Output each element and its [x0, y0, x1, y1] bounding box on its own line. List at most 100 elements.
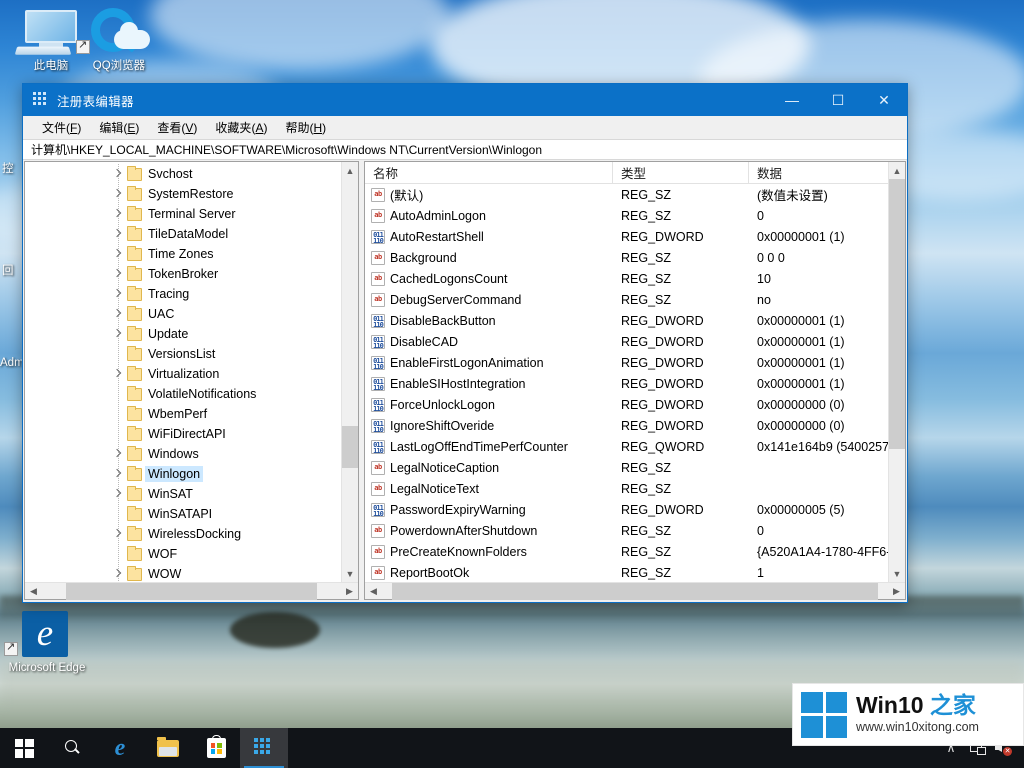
file-explorer-button[interactable]	[144, 728, 192, 768]
tree-item-uac[interactable]: UAC	[25, 304, 358, 324]
registry-value-row[interactable]: ab CachedLogonsCount REG_SZ 10	[365, 268, 905, 289]
registry-value-row[interactable]: ab Background REG_SZ 0 0 0	[365, 247, 905, 268]
registry-value-row[interactable]: ab ReportBootOk REG_SZ 1	[365, 562, 905, 582]
menu-edit[interactable]: 编辑(E)	[90, 117, 148, 138]
registry-value-row[interactable]: 011 110 DisableCAD REG_DWORD 0x00000001 (1)	[365, 331, 905, 352]
tree-item-winsatapi[interactable]: WinSATAPI	[25, 504, 358, 524]
edge-taskbar-button[interactable]: e	[96, 728, 144, 768]
tree-item-tokenbroker[interactable]: TokenBroker	[25, 264, 358, 284]
desktop[interactable]: 此电脑 QQ浏览器 e Microsoft Edge 控 回 Adm 注册表编辑…	[0, 0, 1024, 768]
list-scroll-left-button[interactable]: ◀	[365, 583, 382, 600]
tree-item-winsat[interactable]: WinSAT	[25, 484, 358, 504]
tree-scroll-right-button[interactable]: ▶	[341, 583, 358, 600]
chevron-right-icon[interactable]	[111, 327, 125, 341]
registry-value-row[interactable]: ab LegalNoticeText REG_SZ	[365, 478, 905, 499]
tree-item-terminal-server[interactable]: Terminal Server	[25, 204, 358, 224]
tree-item-time-zones[interactable]: Time Zones	[25, 244, 358, 264]
window-titlebar[interactable]: 注册表编辑器 — ☐ ✕	[23, 84, 907, 116]
registry-value-row[interactable]: 011 110 DisableBackButton REG_DWORD 0x000000…	[365, 310, 905, 331]
tree-horizontal-scrollbar[interactable]: ◀ ▶	[25, 582, 358, 600]
desktop-icon-qq-browser[interactable]: QQ浏览器	[76, 8, 162, 73]
list-scroll-track[interactable]	[889, 179, 905, 565]
tree-item-winlogon[interactable]: Winlogon	[25, 464, 358, 484]
list-scroll-up-button[interactable]: ▲	[889, 162, 905, 179]
tree-hscroll-thumb[interactable]	[65, 582, 318, 600]
registry-value-row[interactable]: ab (默认) REG_SZ (数值未设置)	[365, 184, 905, 205]
tree-item-tracing[interactable]: Tracing	[25, 284, 358, 304]
registry-value-row[interactable]: 011 110 ForceUnlockLogon REG_DWORD 0x0000000…	[365, 394, 905, 415]
tree-item-wifidirectapi[interactable]: WiFiDirectAPI	[25, 424, 358, 444]
tree-scroll-track[interactable]	[342, 179, 358, 565]
chevron-right-icon[interactable]	[111, 487, 125, 501]
tree-scroll-down-button[interactable]: ▼	[342, 565, 358, 582]
close-button[interactable]: ✕	[861, 84, 907, 116]
tree-vertical-scrollbar[interactable]: ▲ ▼	[341, 162, 358, 582]
store-button[interactable]	[192, 728, 240, 768]
list-hscroll-track[interactable]	[382, 582, 888, 600]
tree-scroll-left-button[interactable]: ◀	[25, 583, 42, 600]
chevron-right-icon[interactable]	[111, 207, 125, 221]
registry-values-list[interactable]: ab (默认) REG_SZ (数值未设置) ab AutoAdminLogon REG_S…	[365, 184, 905, 582]
list-scroll-thumb[interactable]	[889, 179, 905, 450]
maximize-button[interactable]: ☐	[815, 84, 861, 116]
tree-item-tiledatamodel[interactable]: TileDataModel	[25, 224, 358, 244]
list-column-headers[interactable]: 名称 类型 数据	[365, 162, 905, 184]
menu-help[interactable]: 帮助(H)	[276, 117, 335, 138]
tree-scroll-thumb[interactable]	[342, 426, 358, 469]
minimize-button[interactable]: —	[769, 84, 815, 116]
column-header-name[interactable]: 名称	[365, 162, 613, 183]
registry-tree[interactable]: Svchost SystemRestore Terminal Server TileD…	[25, 162, 358, 582]
registry-value-row[interactable]: 011 110 AutoRestartShell REG_DWORD 0x0000000…	[365, 226, 905, 247]
start-button[interactable]	[0, 728, 48, 768]
registry-value-row[interactable]: ab PowerdownAfterShutdown REG_SZ 0	[365, 520, 905, 541]
menu-favorites[interactable]: 收藏夹(A)	[206, 117, 276, 138]
registry-values-pane[interactable]: 名称 类型 数据 ab (默认) REG_SZ (数值未设置) ab AutoAdminL…	[364, 161, 906, 600]
tree-item-wow[interactable]: WOW	[25, 564, 358, 582]
desktop-icon-microsoft-edge[interactable]: e Microsoft Edge	[4, 610, 90, 675]
list-horizontal-scrollbar[interactable]: ◀ ▶	[365, 582, 905, 600]
registry-value-row[interactable]: ab DebugServerCommand REG_SZ no	[365, 289, 905, 310]
chevron-right-icon[interactable]	[111, 287, 125, 301]
registry-value-row[interactable]: 011 110 EnableSIHostIntegration REG_DWORD 0x…	[365, 373, 905, 394]
list-hscroll-thumb[interactable]	[392, 582, 878, 600]
tree-item-versionslist[interactable]: VersionsList	[25, 344, 358, 364]
tree-item-wbemperf[interactable]: WbemPerf	[25, 404, 358, 424]
menu-view[interactable]: 查看(V)	[148, 117, 206, 138]
registry-value-row[interactable]: 011 110 EnableFirstLogonAnimation REG_DWORD…	[365, 352, 905, 373]
menubar[interactable]: 文件(F) 编辑(E) 查看(V) 收藏夹(A) 帮助(H)	[23, 116, 907, 139]
chevron-right-icon[interactable]	[111, 567, 125, 581]
chevron-right-icon[interactable]	[111, 367, 125, 381]
tree-item-update[interactable]: Update	[25, 324, 358, 344]
tree-item-volatilenotifications[interactable]: VolatileNotifications	[25, 384, 358, 404]
tree-item-wof[interactable]: WOF	[25, 544, 358, 564]
registry-editor-window[interactable]: 注册表编辑器 — ☐ ✕ 文件(F) 编辑(E) 查看(V) 收藏夹(A) 帮助…	[22, 83, 908, 603]
menu-file[interactable]: 文件(F)	[33, 117, 90, 138]
address-bar[interactable]: 计算机\HKEY_LOCAL_MACHINE\SOFTWARE\Microsof…	[23, 139, 907, 160]
registry-value-row[interactable]: 011 110 PasswordExpiryWarning REG_DWORD 0x00…	[365, 499, 905, 520]
registry-value-row[interactable]: ab LegalNoticeCaption REG_SZ	[365, 457, 905, 478]
chevron-right-icon[interactable]	[111, 307, 125, 321]
list-scroll-down-button[interactable]: ▼	[889, 565, 905, 582]
chevron-right-icon[interactable]	[111, 267, 125, 281]
registry-tree-pane[interactable]: Svchost SystemRestore Terminal Server TileD…	[24, 161, 359, 600]
chevron-right-icon[interactable]	[111, 447, 125, 461]
chevron-right-icon[interactable]	[111, 187, 125, 201]
registry-value-row[interactable]: 011 110 LastLogOffEndTimePerfCounter REG_QW…	[365, 436, 905, 457]
chevron-right-icon[interactable]	[111, 467, 125, 481]
tree-item-svchost[interactable]: Svchost	[25, 164, 358, 184]
tree-item-wirelessdocking[interactable]: WirelessDocking	[25, 524, 358, 544]
chevron-right-icon[interactable]	[111, 527, 125, 541]
tree-item-systemrestore[interactable]: SystemRestore	[25, 184, 358, 204]
tree-scroll-up-button[interactable]: ▲	[342, 162, 358, 179]
list-vertical-scrollbar[interactable]: ▲ ▼	[888, 162, 905, 582]
registry-value-row[interactable]: ab PreCreateKnownFolders REG_SZ {A520A1A4-1…	[365, 541, 905, 562]
chevron-right-icon[interactable]	[111, 247, 125, 261]
tree-item-virtualization[interactable]: Virtualization	[25, 364, 358, 384]
chevron-right-icon[interactable]	[111, 167, 125, 181]
regedit-taskbar-button[interactable]	[240, 728, 288, 768]
column-header-data[interactable]: 数据	[749, 162, 905, 183]
list-scroll-right-button[interactable]: ▶	[888, 583, 905, 600]
registry-value-row[interactable]: 011 110 IgnoreShiftOveride REG_DWORD 0x00000…	[365, 415, 905, 436]
tree-item-windows[interactable]: Windows	[25, 444, 358, 464]
column-header-type[interactable]: 类型	[613, 162, 749, 183]
